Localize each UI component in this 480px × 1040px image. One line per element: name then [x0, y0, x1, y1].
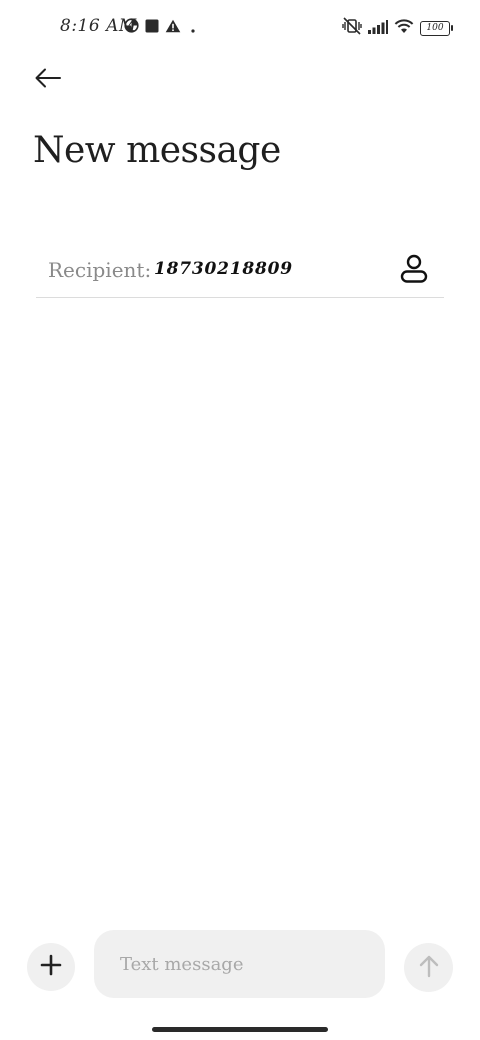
status-right-icons: 100 — [342, 17, 453, 39]
home-indicator[interactable] — [152, 1027, 328, 1032]
attach-button[interactable] — [27, 943, 75, 991]
plus-icon — [40, 954, 62, 980]
contact-picker-button[interactable] — [398, 254, 430, 288]
message-input-container[interactable] — [94, 930, 385, 998]
send-arrow-up-icon — [418, 954, 440, 982]
send-button[interactable] — [404, 943, 453, 992]
warning-icon — [165, 18, 181, 37]
back-arrow-icon — [34, 67, 62, 93]
recipient-label: Recipient: — [48, 258, 152, 282]
signal-icon — [368, 19, 388, 38]
data-saver-icon — [124, 18, 139, 37]
recipient-field[interactable]: Recipient: 18730218809 — [36, 244, 444, 298]
recipient-value[interactable]: 18730218809 — [154, 259, 293, 279]
contact-person-icon — [400, 254, 428, 288]
wifi-icon — [394, 18, 414, 38]
status-left-icons — [124, 18, 195, 37]
page-title: New message — [33, 130, 281, 171]
stop-square-icon — [145, 18, 159, 37]
dot-icon — [191, 18, 195, 37]
battery-icon: 100 — [420, 20, 453, 36]
battery-level: 100 — [426, 22, 444, 33]
back-button[interactable] — [28, 62, 68, 98]
message-input[interactable] — [94, 930, 385, 998]
vibrate-off-icon — [342, 17, 362, 39]
status-bar: 8:16 AM 100 — [0, 0, 480, 56]
